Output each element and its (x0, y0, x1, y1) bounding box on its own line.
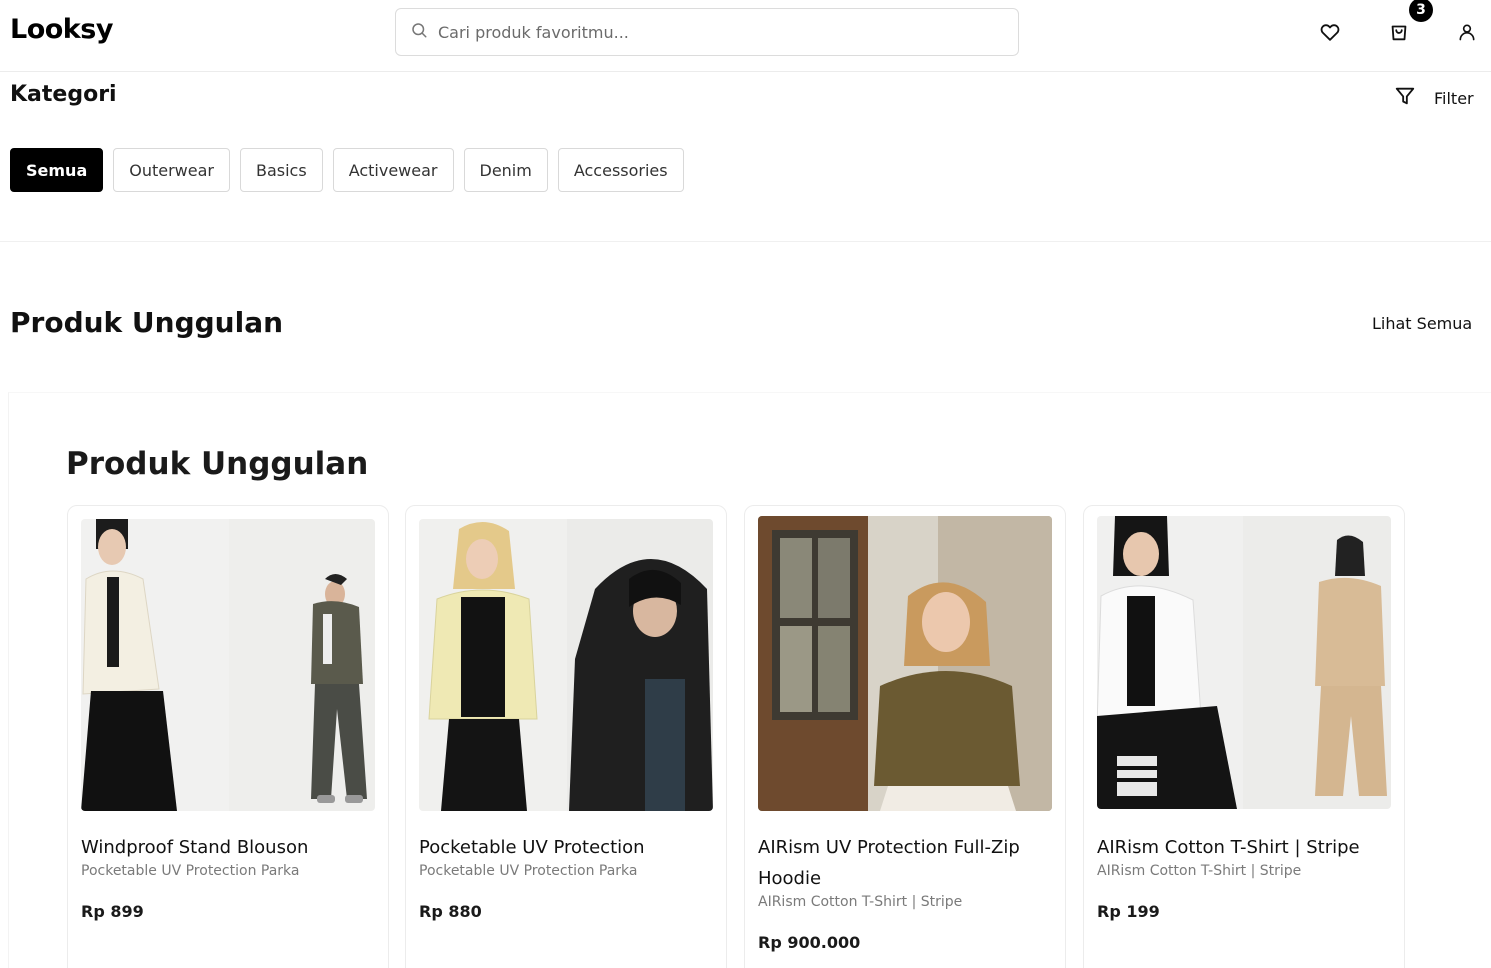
product-price: Rp 899 (81, 902, 144, 921)
product-card[interactable]: Windproof Stand Blouson Pocketable UV Pr… (67, 505, 389, 968)
shopping-bag-icon[interactable] (1387, 20, 1411, 44)
product-name[interactable]: Windproof Stand Blouson (81, 832, 375, 863)
categories-heading: Kategori (10, 82, 117, 107)
product-subtitle: AIRism Cotton T-Shirt | Stripe (1097, 863, 1302, 879)
product-image[interactable] (1097, 516, 1391, 809)
product-name[interactable]: AIRism Cotton T-Shirt | Stripe (1097, 832, 1391, 863)
product-name[interactable]: AIRism UV Protection Full-Zip Hoodie (758, 832, 1052, 894)
product-image[interactable] (419, 519, 713, 811)
product-name[interactable]: Pocketable UV Protection (419, 832, 713, 863)
product-card[interactable]: AIRism UV Protection Full-Zip Hoodie AIR… (744, 505, 1066, 968)
filter-label: Filter (1434, 88, 1474, 108)
category-chip-basics[interactable]: Basics (239, 148, 323, 192)
search-input[interactable] (438, 22, 978, 42)
filter-button[interactable]: Filter (1394, 85, 1474, 111)
product-price: Rp 199 (1097, 902, 1160, 921)
category-chip-outerwear[interactable]: Outerwear (113, 148, 230, 192)
category-chip-denim[interactable]: Denim (463, 148, 548, 192)
section-divider (0, 241, 1491, 242)
category-chip-activewear[interactable]: Activewear (332, 148, 454, 192)
wishlist-heart-icon[interactable] (1318, 20, 1342, 44)
see-all-link[interactable]: Lihat Semua (1372, 314, 1472, 333)
cart-count-badge: 3 (1409, 0, 1433, 22)
category-chip-accessories[interactable]: Accessories (557, 148, 684, 192)
product-subtitle: AIRism Cotton T-Shirt | Stripe (758, 894, 963, 910)
filter-funnel-icon (1394, 85, 1416, 111)
logo[interactable]: Looksy (10, 14, 113, 45)
user-account-icon[interactable] (1455, 20, 1479, 44)
search-bar[interactable] (395, 8, 1019, 56)
category-chip-semua[interactable]: Semua (10, 148, 104, 192)
product-subtitle: Pocketable UV Protection Parka (81, 863, 300, 879)
product-image[interactable] (758, 516, 1052, 811)
search-icon (410, 21, 428, 43)
product-card[interactable]: AIRism Cotton T-Shirt | Stripe AIRism Co… (1083, 505, 1405, 968)
category-chip-list: Semua Outerwear Basics Activewear Denim … (10, 148, 684, 192)
featured-section-title: Produk Unggulan (10, 306, 284, 339)
product-price: Rp 900.000 (758, 933, 861, 952)
top-nav: Looksy 3 (0, 0, 1491, 72)
product-card[interactable]: Pocketable UV Protection Pocketable UV P… (405, 505, 727, 968)
featured-inner-title: Produk Unggulan (66, 446, 369, 482)
product-image[interactable] (81, 519, 375, 811)
product-price: Rp 880 (419, 902, 482, 921)
product-subtitle: Pocketable UV Protection Parka (419, 863, 638, 879)
